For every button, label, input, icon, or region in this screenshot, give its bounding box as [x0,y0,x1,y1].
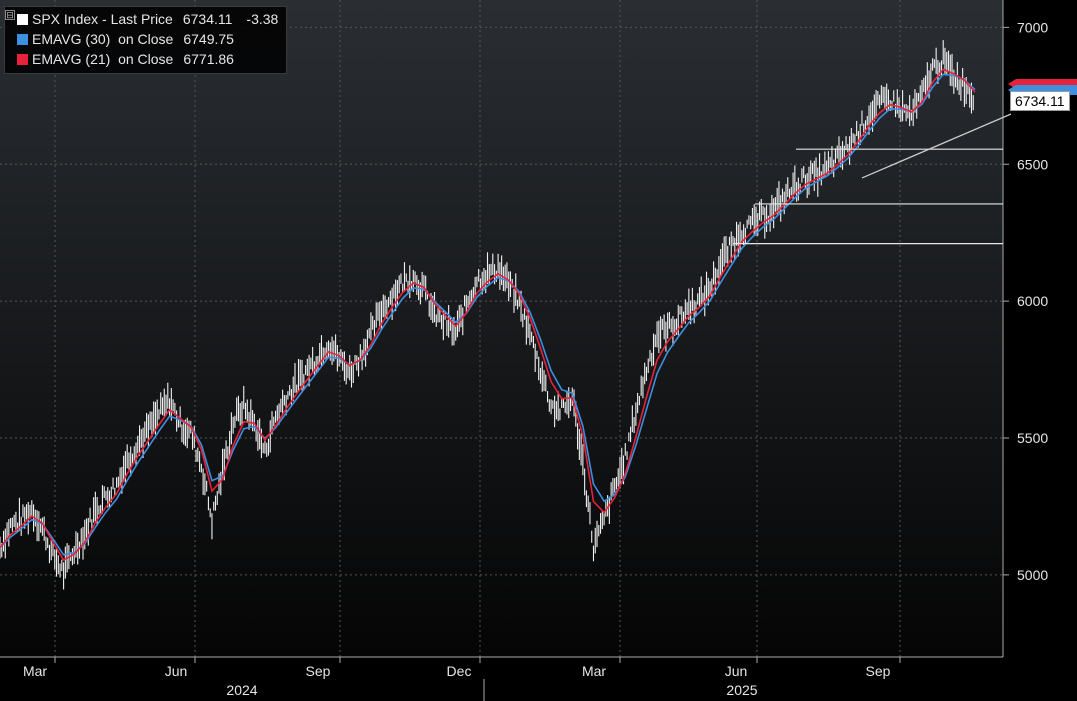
x-month-label: Mar [23,663,47,679]
x-month-label: Sep [306,663,331,679]
legend-swatch-spx [17,13,28,25]
x-month-label: Sep [866,663,891,679]
x-month-label: Jun [165,663,188,679]
legend-label-spx: SPX Index - Last Price [32,11,173,27]
legend-value-ema21: 6771.86 [183,51,234,67]
legend-value-ema30: 6749.75 [183,31,234,47]
legend-row-ema21: EMAVG (21) on Close 6771.86 [9,49,278,69]
legend-collapse-icon[interactable]: ⊟ [5,10,15,20]
x-axis-band [0,657,1077,701]
legend-change-spx: -3.38 [246,11,279,27]
legend-label-ema30: EMAVG (30) on Close [32,31,174,47]
y-tick-label: 7000 [1017,19,1048,35]
y-tick-label: 6000 [1017,293,1048,309]
chart-legend: ⊟ SPX Index - Last Price 6734.11 -3.38 E… [4,6,288,74]
y-tick-label: 5500 [1017,430,1048,446]
x-month-label: Mar [582,663,606,679]
legend-label-ema21: EMAVG (21) on Close [32,51,174,67]
x-month-label: Jun [725,663,748,679]
x-year-label: 2024 [226,682,257,698]
price-chart: 5000 5500 6000 6500 7000 Mar Jun Sep Dec Mar Jun Se… [0,0,1077,701]
y-tick-label: 5000 [1017,567,1048,583]
legend-value-spx: 6734.11 [182,11,233,27]
last-price-tag: 6734.11 [1010,91,1070,111]
y-tick-label: 6500 [1017,156,1048,172]
x-year-label: 2025 [726,682,757,698]
legend-swatch-ema30 [17,33,28,45]
plot-background [0,0,1003,657]
legend-swatch-ema21 [17,53,28,65]
legend-row-ema30: EMAVG (30) on Close 6749.75 [9,29,278,49]
x-month-label: Dec [447,663,472,679]
legend-row-spx: SPX Index - Last Price 6734.11 -3.38 [9,9,278,29]
